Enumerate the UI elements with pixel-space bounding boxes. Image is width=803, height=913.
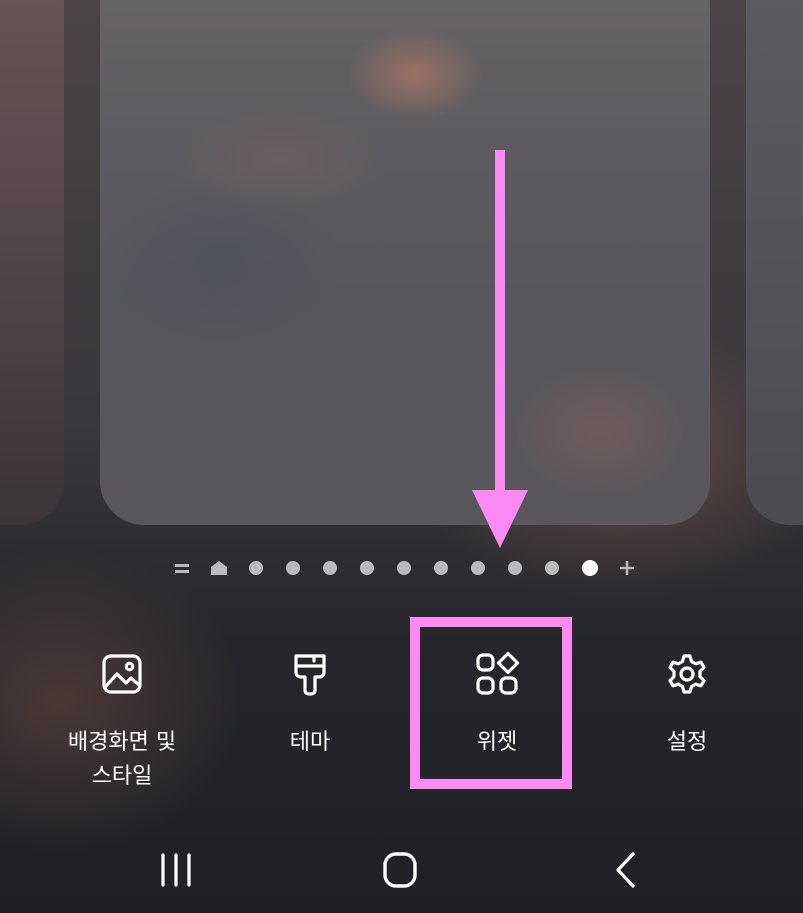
wallpaper-style-button[interactable]: 배경화면 및 스타일 bbox=[37, 650, 207, 794]
home-page-preview-left[interactable] bbox=[0, 0, 64, 525]
page-dot[interactable] bbox=[395, 559, 413, 577]
arrow-down-icon bbox=[470, 150, 530, 550]
home-screen-edit-mode: 배경화면 및 스타일 테마 위젯 설정 bbox=[0, 0, 803, 913]
home-page-preview-right[interactable] bbox=[746, 0, 803, 525]
navigation-bar bbox=[0, 830, 803, 913]
settings-label: 설정 bbox=[666, 730, 708, 755]
page-dot[interactable] bbox=[543, 559, 561, 577]
page-dot[interactable] bbox=[247, 559, 265, 577]
page-dot-active[interactable] bbox=[581, 559, 599, 577]
gear-icon bbox=[663, 650, 711, 698]
themes-label: 테마 bbox=[289, 730, 331, 755]
themes-button[interactable]: 테마 bbox=[225, 650, 395, 760]
home-page-icon[interactable] bbox=[210, 559, 228, 577]
widgets-highlight-box bbox=[410, 617, 572, 789]
page-dot[interactable] bbox=[284, 559, 302, 577]
recent-apps-icon[interactable] bbox=[146, 848, 206, 892]
wallpaper-style-label: 배경화면 및 스타일 bbox=[67, 730, 177, 789]
page-dot[interactable] bbox=[321, 559, 339, 577]
page-list-icon[interactable] bbox=[173, 559, 191, 577]
page-dot[interactable] bbox=[506, 559, 524, 577]
back-icon[interactable] bbox=[596, 848, 656, 892]
paint-brush-icon bbox=[286, 650, 334, 698]
home-page-preview-current[interactable] bbox=[100, 0, 710, 525]
image-icon bbox=[98, 650, 146, 698]
add-page-plus-icon[interactable] bbox=[618, 559, 636, 577]
page-dot[interactable] bbox=[469, 559, 487, 577]
page-dot[interactable] bbox=[358, 559, 376, 577]
home-button-icon[interactable] bbox=[370, 848, 430, 892]
page-dot[interactable] bbox=[432, 559, 450, 577]
settings-button[interactable]: 설정 bbox=[602, 650, 772, 760]
